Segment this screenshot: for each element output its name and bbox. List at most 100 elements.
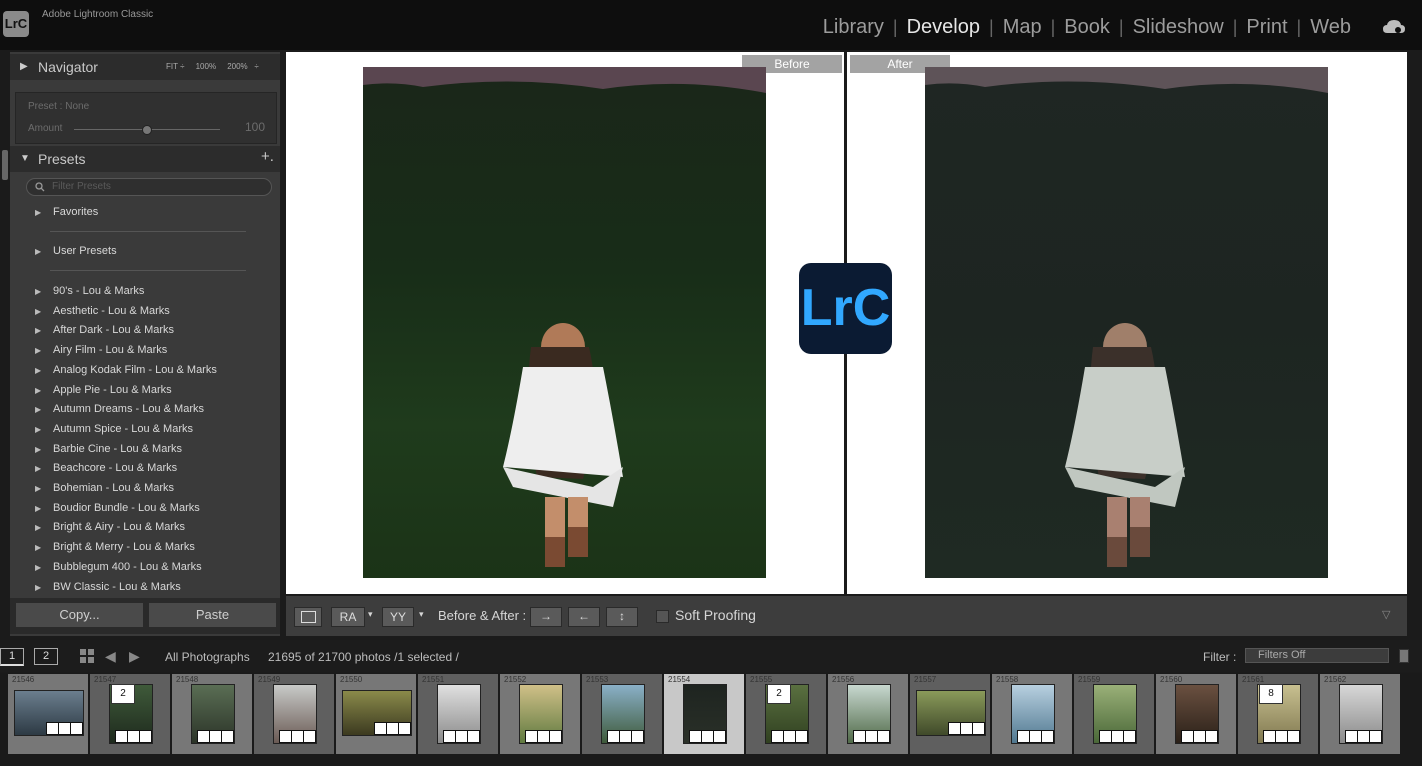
filter-lock-icon[interactable] <box>1399 649 1409 663</box>
grid-view-icon[interactable] <box>80 649 94 663</box>
filter-presets-input[interactable]: Filter Presets <box>26 178 272 196</box>
preset-item[interactable]: Boudior Bundle - Lou & Marks <box>53 502 200 514</box>
cell-index: 21547 <box>94 675 117 684</box>
navigator-zoom-options[interactable]: FIT ÷ 100% 200% ÷ <box>166 62 259 71</box>
develop-badge-icon <box>1287 730 1300 743</box>
expand-triangle-icon: ▶ <box>35 306 42 316</box>
filmstrip-cell[interactable]: 21553 <box>582 674 662 754</box>
filmstrip-cell[interactable]: 21549 <box>254 674 334 754</box>
module-slideshow[interactable]: Slideshow <box>1124 16 1233 39</box>
expand-triangle-icon: ▶ <box>35 208 42 217</box>
cell-index: 21558 <box>996 675 1019 684</box>
zoom-200[interactable]: 200% <box>227 62 247 71</box>
cell-index: 21551 <box>422 675 445 684</box>
filmstrip-cell[interactable]: 21556 <box>828 674 908 754</box>
zoom-100[interactable]: 100% <box>196 62 216 71</box>
cell-index: 21560 <box>1160 675 1183 684</box>
develop-badge-icon <box>139 730 152 743</box>
forward-arrow-icon[interactable]: ▶ <box>129 648 140 665</box>
preset-item[interactable]: Beachcore - Lou & Marks <box>53 462 177 474</box>
filmstrip-cell[interactable]: 21562 <box>1320 674 1400 754</box>
loupe-view-icon[interactable] <box>294 607 322 627</box>
before-photo-image <box>363 67 766 567</box>
navigator-header[interactable]: ▶ Navigator FIT ÷ 100% 200% ÷ <box>10 54 280 80</box>
filmstrip-cell[interactable]: 21546 <box>8 674 88 754</box>
preset-item[interactable]: Bright & Airy - Lou & Marks <box>53 521 185 533</box>
filmstrip-cell[interactable]: 21551 <box>418 674 498 754</box>
stack-count-badge[interactable]: 2 <box>767 684 791 704</box>
filmstrip-cell[interactable]: 21555 2 <box>746 674 826 754</box>
preset-item[interactable]: 90's - Lou & Marks <box>53 285 144 297</box>
preset-item[interactable]: Bright & Merry - Lou & Marks <box>53 541 195 553</box>
preset-item[interactable]: Bubblegum 400 - Lou & Marks <box>53 561 202 573</box>
copy-after-to-before-icon[interactable]: ← <box>568 607 600 627</box>
module-map[interactable]: Map <box>994 16 1051 39</box>
develop-badge-icon <box>1369 730 1382 743</box>
presets-header[interactable]: ▼ Presets +. <box>10 146 280 172</box>
before-photo[interactable] <box>363 67 766 578</box>
preset-item[interactable]: Airy Film - Lou & Marks <box>53 344 167 356</box>
lrc-logo-badge: LrC <box>799 263 892 354</box>
cell-index: 21557 <box>914 675 937 684</box>
copy-button[interactable]: Copy... <box>15 602 144 628</box>
module-print[interactable]: Print <box>1237 16 1296 39</box>
amount-slider-knob[interactable] <box>142 125 152 135</box>
toolbar-menu-icon[interactable]: ▽ <box>1382 608 1390 621</box>
cloud-sync-icon[interactable] <box>1382 19 1406 35</box>
module-web[interactable]: Web <box>1301 16 1360 39</box>
preset-item[interactable]: Autumn Spice - Lou & Marks <box>53 423 193 435</box>
swap-settings-icon[interactable]: ↕ <box>606 607 638 627</box>
window-2-button[interactable]: 2 <box>34 648 58 665</box>
filmstrip-cell[interactable]: 21561 8 <box>1238 674 1318 754</box>
filmstrip-cell[interactable]: 21560 <box>1156 674 1236 754</box>
preset-item[interactable]: Aesthetic - Lou & Marks <box>53 305 170 317</box>
stack-count-badge[interactable]: 8 <box>1259 684 1283 704</box>
add-preset-icon[interactable]: +. <box>261 148 274 165</box>
stack-count-badge[interactable]: 2 <box>111 684 135 704</box>
filmstrip-cell[interactable]: 21550 <box>336 674 416 754</box>
preset-item[interactable]: Apple Pie - Lou & Marks <box>53 384 172 396</box>
filmstrip-cell[interactable]: 21554 <box>664 674 744 754</box>
before-after-icon[interactable]: YY <box>382 607 414 627</box>
module-develop[interactable]: Develop <box>898 16 989 39</box>
filmstrip-cell[interactable]: 21558 <box>992 674 1072 754</box>
filmstrip-cell[interactable]: 21547 2 <box>90 674 170 754</box>
divider <box>50 231 246 232</box>
preset-item[interactable]: Analog Kodak Film - Lou & Marks <box>53 364 217 376</box>
copy-before-to-after-icon[interactable]: → <box>530 607 562 627</box>
source-label[interactable]: All Photographs <box>165 650 250 664</box>
cell-index: 21549 <box>258 675 281 684</box>
filmstrip-cell[interactable]: 21548 <box>172 674 252 754</box>
paste-button[interactable]: Paste <box>148 602 277 628</box>
filmstrip-cell[interactable]: 21552 <box>500 674 580 754</box>
chevron-down-icon[interactable]: ▾ <box>419 609 424 620</box>
expand-triangle-icon: ▶ <box>35 365 42 375</box>
left-panel-scrollbar[interactable] <box>2 150 8 180</box>
back-arrow-icon[interactable]: ◀ <box>105 648 116 665</box>
preset-item[interactable]: Barbie Cine - Lou & Marks <box>53 443 182 455</box>
filmstrip-cell[interactable]: 21559 <box>1074 674 1154 754</box>
preset-group-user-presets[interactable]: User Presets <box>53 245 117 257</box>
before-after-label: Before & After : <box>438 608 527 623</box>
before-after-left-right-icon[interactable]: RA <box>331 607 365 627</box>
expand-triangle-icon: ▶ <box>35 503 42 513</box>
window-1-button[interactable]: 1 <box>0 648 24 666</box>
navigator-title: Navigator <box>38 59 98 75</box>
module-library[interactable]: Library <box>814 16 893 39</box>
zoom-stepper[interactable]: ÷ <box>254 62 258 71</box>
develop-badge-icon <box>1123 730 1136 743</box>
filter-select[interactable]: Filters Off <box>1245 648 1389 663</box>
filmstrip-cell[interactable]: 21557 <box>910 674 990 754</box>
soft-proofing-checkbox[interactable] <box>656 610 669 623</box>
preset-item[interactable]: Autumn Dreams - Lou & Marks <box>53 403 204 415</box>
preset-group-favorites[interactable]: Favorites <box>53 206 98 218</box>
preset-item[interactable]: BW Classic - Lou & Marks <box>53 581 181 593</box>
preset-item[interactable]: Bohemian - Lou & Marks <box>53 482 174 494</box>
cell-index: 21554 <box>668 675 691 684</box>
module-book[interactable]: Book <box>1055 16 1119 39</box>
preset-item[interactable]: After Dark - Lou & Marks <box>53 324 174 336</box>
develop-badge-icon <box>398 722 411 735</box>
zoom-fit[interactable]: FIT ÷ <box>166 62 184 71</box>
chevron-down-icon[interactable]: ▾ <box>368 609 373 620</box>
after-photo[interactable] <box>925 67 1328 578</box>
